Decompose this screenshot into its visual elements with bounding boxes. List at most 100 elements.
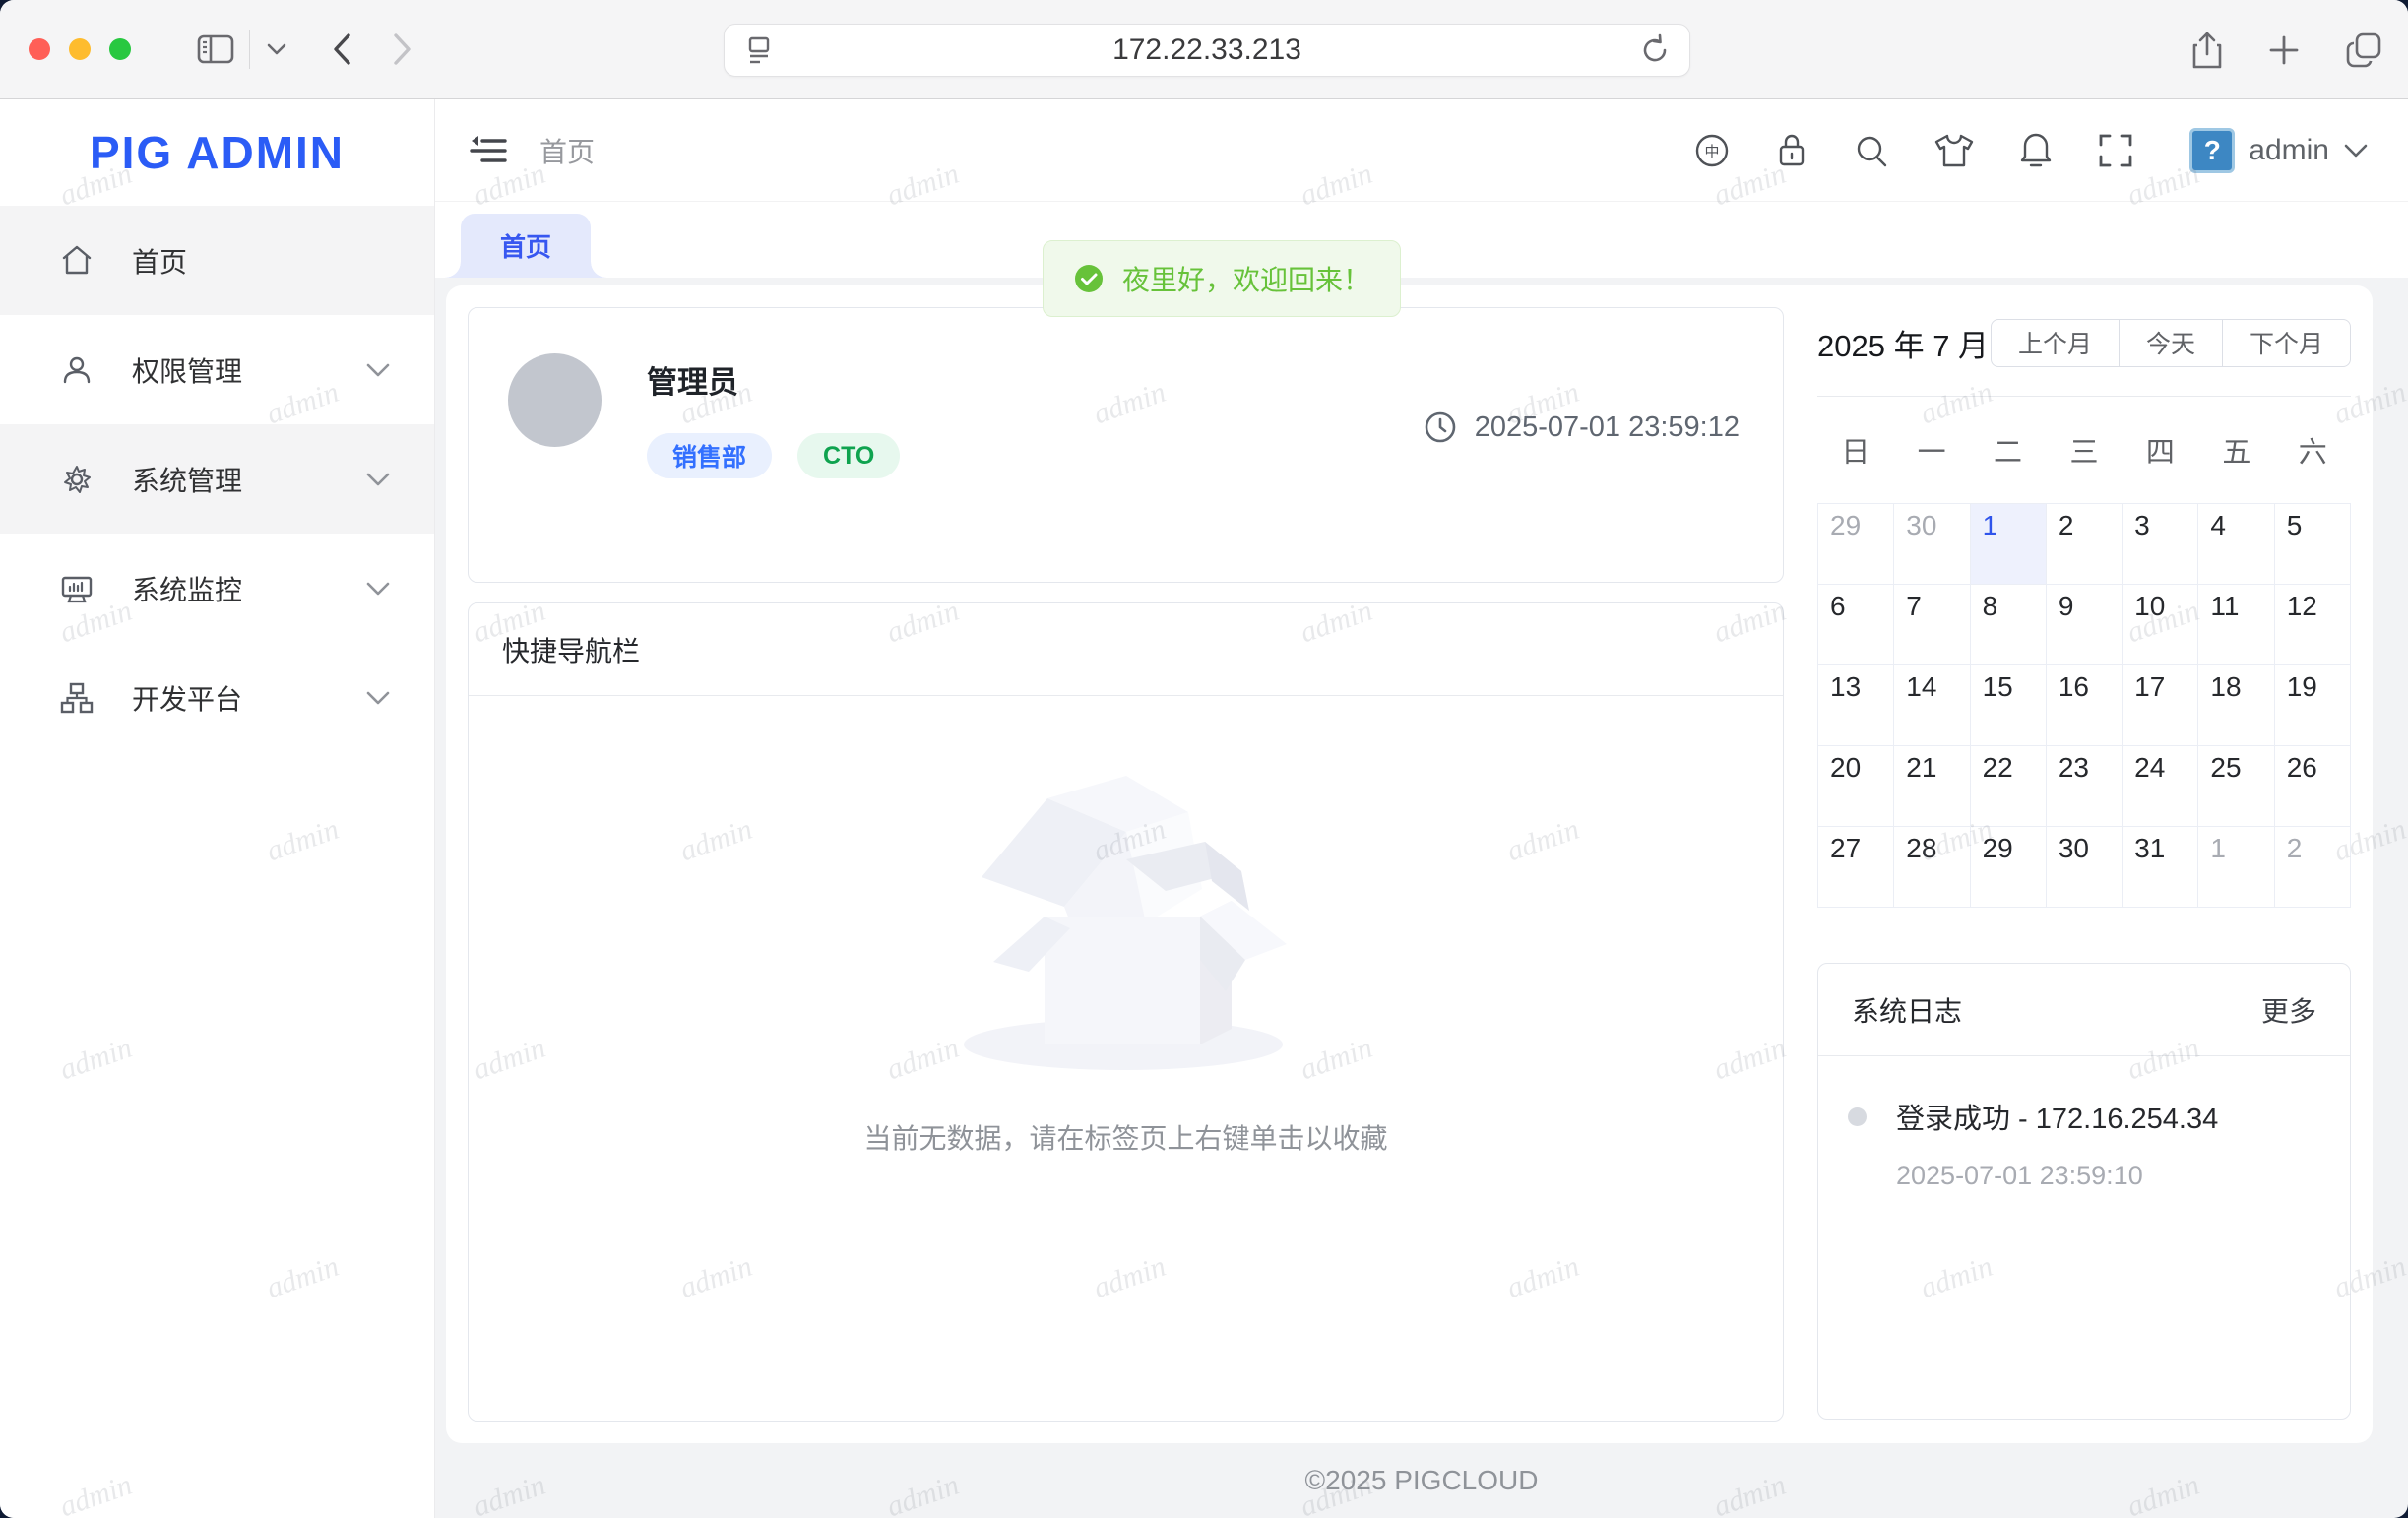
toast-message: 夜里好，欢迎回来！ (1122, 259, 1370, 298)
today-button[interactable]: 今天 (2119, 319, 2223, 367)
calendar-day-cell[interactable]: 2 (2047, 504, 2123, 585)
calendar-day-cell[interactable]: 11 (2198, 585, 2274, 665)
calendar-day-cell[interactable]: 7 (1894, 585, 1970, 665)
chevron-down-icon (365, 472, 391, 487)
calendar-header: 2025 年 7 月 上个月 今天 下个月 (1817, 307, 2351, 378)
browser-sidebar-toggle[interactable] (196, 32, 235, 66)
sidebar-menu-item[interactable]: 权限管理 (0, 315, 434, 424)
prev-month-button[interactable]: 上个月 (1991, 319, 2120, 367)
weekday-row: 日一二三四五六 (1817, 397, 2351, 503)
role-tag: CTO (797, 433, 900, 478)
calendar-day-cell[interactable]: 26 (2275, 746, 2351, 827)
chevron-down-icon (2343, 143, 2369, 158)
sidebar-menu-item[interactable]: 系统管理 (0, 424, 434, 534)
weekday-label: 三 (2046, 429, 2122, 471)
calendar-title: 2025 年 7 月 (1817, 321, 1989, 365)
zoom-window-button[interactable] (109, 38, 131, 60)
success-check-icon (1073, 263, 1105, 294)
calendar-day-cell[interactable]: 6 (1818, 585, 1894, 665)
sidebar-menu-item[interactable]: 系统监控 (0, 534, 434, 643)
calendar-day-cell[interactable]: 19 (2275, 665, 2351, 746)
system-log-card: 系统日志 更多 登录成功 - 172.16.254.34 (1817, 963, 2351, 1420)
reload-icon[interactable] (1638, 33, 1672, 67)
calendar-day-cell[interactable]: 23 (2047, 746, 2123, 827)
fullscreen-icon[interactable] (2097, 132, 2134, 169)
calendar-day-cell[interactable]: 25 (2198, 746, 2274, 827)
calendar-day-cell[interactable]: 17 (2123, 665, 2198, 746)
calendar-day-cell[interactable]: 30 (1894, 504, 1970, 585)
calendar-day-cell[interactable]: 1 (2198, 827, 2274, 908)
calendar-day-cell[interactable]: 30 (2047, 827, 2123, 908)
system-log-title: 系统日志 (1852, 990, 1962, 1030)
more-link[interactable]: 更多 (2261, 990, 2316, 1030)
lock-icon[interactable] (1774, 131, 1809, 170)
bell-icon[interactable] (2018, 131, 2054, 170)
search-icon[interactable] (1853, 132, 1890, 169)
chevron-down-icon (365, 362, 391, 378)
log-text: 登录成功 - 172.16.254.34 (1896, 1096, 2218, 1137)
calendar-day-cell[interactable]: 31 (2123, 827, 2198, 908)
calendar-day-cell[interactable]: 12 (2275, 585, 2351, 665)
calendar-day-cell[interactable]: 27 (1818, 827, 1894, 908)
menu-item-icon (59, 571, 95, 606)
calendar-day-cell[interactable]: 18 (2198, 665, 2274, 746)
tab-overview-button[interactable] (2345, 32, 2382, 69)
calendar-day-cell[interactable]: 5 (2275, 504, 2351, 585)
calendar-day-cell[interactable]: 10 (2123, 585, 2198, 665)
weekday-label: 一 (1893, 429, 1969, 471)
calendar-day-cell[interactable]: 3 (2123, 504, 2198, 585)
department-tag: 销售部 (647, 433, 772, 478)
calendar-day-cell[interactable]: 14 (1894, 665, 1970, 746)
new-tab-button[interactable] (2268, 34, 2300, 66)
language-icon[interactable]: 中 (1693, 132, 1731, 169)
sidebar-menu: 首页 权限管理 (0, 206, 434, 752)
user-menu[interactable]: ? admin (2189, 128, 2369, 173)
menu-item-label: 系统监控 (132, 569, 365, 608)
back-button[interactable] (331, 32, 352, 67)
weekday-label: 六 (2275, 429, 2351, 471)
avatar: ? (2189, 128, 2235, 173)
log-timestamp: 2025-07-01 23:59:10 (1896, 1161, 2218, 1191)
menu-item-label: 系统管理 (132, 460, 365, 499)
calendar-day-cell[interactable]: 29 (1818, 504, 1894, 585)
calendar-day-cell[interactable]: 1 (1971, 504, 2047, 585)
menu-item-label: 权限管理 (132, 350, 365, 390)
next-month-button[interactable]: 下个月 (2222, 319, 2351, 367)
tab-home[interactable]: 首页 (461, 214, 591, 278)
empty-box-illustration (954, 751, 1299, 1076)
close-window-button[interactable] (29, 38, 50, 60)
svg-text:中: 中 (1705, 144, 1720, 160)
reader-view-icon[interactable] (742, 32, 776, 69)
collapse-sidebar-button[interactable] (469, 134, 508, 167)
calendar-day-cell[interactable]: 22 (1971, 746, 2047, 827)
minimize-window-button[interactable] (69, 38, 91, 60)
weekday-label: 四 (2123, 429, 2198, 471)
sidebar-menu-item[interactable]: 首页 (0, 206, 434, 315)
calendar-day-cell[interactable]: 21 (1894, 746, 1970, 827)
share-button[interactable] (2191, 31, 2223, 70)
sidebar-menu-item[interactable]: 开发平台 (0, 643, 434, 752)
menu-item-label: 开发平台 (132, 678, 365, 718)
calendar-day-cell[interactable]: 28 (1894, 827, 1970, 908)
content-area: 管理员 销售部 CTO 2025-07-01 23:59:12 (435, 278, 2408, 1518)
calendar-day-cell[interactable]: 15 (1971, 665, 2047, 746)
url-text[interactable]: 172.22.33.213 (776, 33, 1638, 67)
calendar-day-cell[interactable]: 13 (1818, 665, 1894, 746)
welcome-toast: 夜里好，欢迎回来！ (1043, 240, 1401, 317)
address-bar[interactable]: 172.22.33.213 (724, 24, 1690, 77)
calendar-day-cell[interactable]: 4 (2198, 504, 2274, 585)
clock-icon (1424, 411, 1457, 444)
calendar-day-cell[interactable]: 29 (1971, 827, 2047, 908)
calendar-day-cell[interactable]: 24 (2123, 746, 2198, 827)
calendar-day-cell[interactable]: 8 (1971, 585, 2047, 665)
calendar-day-cell[interactable]: 16 (2047, 665, 2123, 746)
profile-name: 管理员 (647, 357, 900, 402)
chevron-down-icon (365, 581, 391, 597)
weekday-label: 五 (2198, 429, 2274, 471)
forward-button[interactable] (392, 32, 413, 67)
calendar-day-cell[interactable]: 9 (2047, 585, 2123, 665)
calendar-day-cell[interactable]: 20 (1818, 746, 1894, 827)
calendar-day-cell[interactable]: 2 (2275, 827, 2351, 908)
theme-icon[interactable] (1933, 132, 1975, 169)
sidebar-dropdown-chevron[interactable] (266, 42, 287, 56)
